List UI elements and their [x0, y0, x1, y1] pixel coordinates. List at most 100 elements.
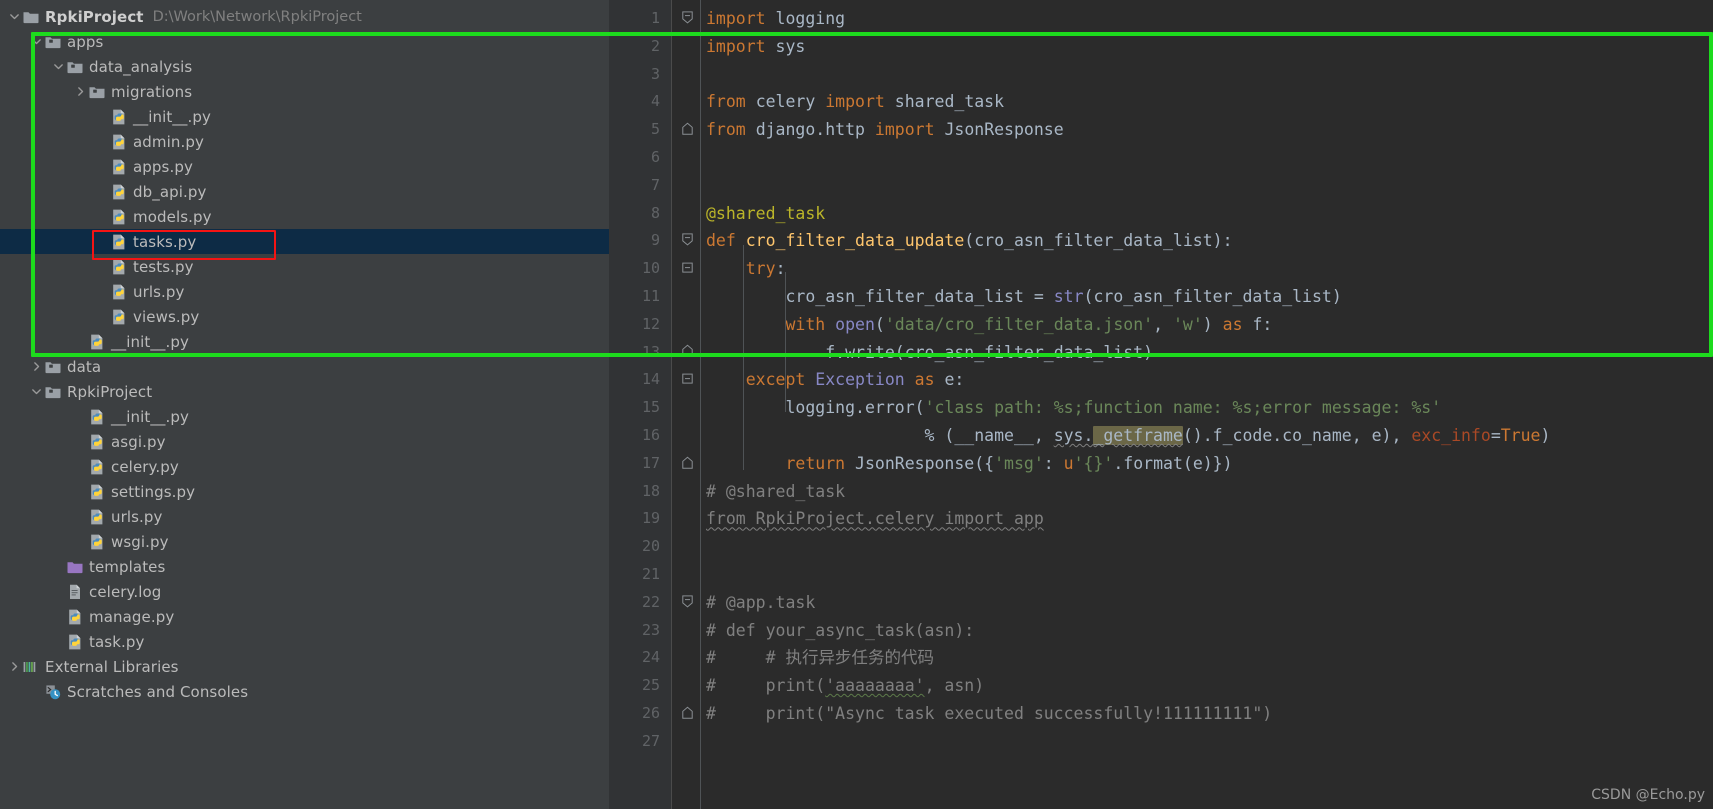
line-number: 25: [641, 676, 660, 695]
code-content[interactable]: import logging import sys from celery impo…: [697, 0, 1713, 809]
fold-toggle-icon[interactable]: [671, 5, 697, 33]
code-line: from RpkiProject.celery import app: [706, 509, 1044, 529]
tree-item-init-py[interactable]: __init__.py: [0, 404, 609, 429]
chevron-right-icon[interactable]: [6, 654, 22, 679]
tree-item-task-py[interactable]: task.py: [0, 629, 609, 654]
ide-window: RpkiProject D:\Work\Network\RpkiProject ap…: [0, 0, 1713, 809]
line-number: 27: [641, 731, 660, 750]
line-number: 7: [650, 175, 660, 194]
tree-item-label: views.py: [133, 307, 200, 326]
code-line: try:: [745, 259, 786, 279]
tree-item-urls-py[interactable]: urls.py: [0, 279, 609, 304]
fold-slot: [671, 478, 697, 506]
tree-item-apps-py[interactable]: apps.py: [0, 154, 609, 179]
line-number: 2: [650, 36, 660, 55]
chevron-down-icon[interactable]: [28, 379, 44, 404]
tree-item-manage-py[interactable]: manage.py: [0, 604, 609, 629]
project-tree-panel[interactable]: RpkiProject D:\Work\Network\RpkiProject ap…: [0, 0, 609, 809]
tree-item-label: Scratches and Consoles: [67, 682, 249, 701]
fold-slot: [671, 88, 697, 116]
tree-item-label: urls.py: [111, 507, 163, 526]
tree-item-label: apps: [67, 32, 104, 51]
folder-templates-icon: [66, 558, 84, 576]
folder-module-icon: [44, 33, 62, 51]
code-line: f.write(cro_asn_filter_data_list): [825, 342, 1154, 362]
fold-toggle-icon[interactable]: [671, 339, 697, 367]
fold-toggle-icon[interactable]: [671, 116, 697, 144]
tree-item-models-py[interactable]: models.py: [0, 204, 609, 229]
python-file-icon: [88, 333, 106, 351]
project-tree[interactable]: RpkiProject D:\Work\Network\RpkiProject ap…: [0, 0, 609, 704]
fold-slot: [671, 200, 697, 228]
tree-item-wsgi-py[interactable]: wsgi.py: [0, 529, 609, 554]
line-number: 6: [650, 147, 660, 166]
tree-item-label: models.py: [133, 207, 212, 226]
tree-item-tasks-py[interactable]: tasks.py: [0, 229, 609, 254]
tree-item-rpkiproject[interactable]: RpkiProject: [0, 379, 609, 404]
chevron-right-icon[interactable]: [72, 79, 88, 104]
watermark-label: CSDN @Echo.py: [1591, 787, 1705, 803]
code-line: from celery import shared_task: [706, 92, 1005, 112]
tree-item-data[interactable]: data: [0, 354, 609, 379]
fold-toggle-icon[interactable]: [671, 366, 697, 394]
tree-item-migrations[interactable]: migrations: [0, 79, 609, 104]
tree-item-celery-py[interactable]: celery.py: [0, 454, 609, 479]
python-file-icon: [110, 108, 128, 126]
tree-item-label: __init__.py: [111, 407, 189, 426]
chevron-down-icon[interactable]: [6, 4, 22, 29]
tree-item-db-api-py[interactable]: db_api.py: [0, 179, 609, 204]
fold-slot: [671, 144, 697, 172]
fold-toggle-icon[interactable]: [671, 700, 697, 728]
tree-item-external-libraries[interactable]: External Libraries: [0, 654, 609, 679]
tree-item-celery-log[interactable]: celery.log: [0, 579, 609, 604]
code-line: import sys: [706, 36, 806, 56]
fold-toggle-icon[interactable]: [671, 450, 697, 478]
fold-toggle-icon[interactable]: [671, 227, 697, 255]
tree-item-data-analysis[interactable]: data_analysis: [0, 54, 609, 79]
line-number: 17: [641, 453, 660, 472]
tree-item-label: manage.py: [89, 607, 175, 626]
chevron-right-icon[interactable]: [28, 354, 44, 379]
tree-item-admin-py[interactable]: admin.py: [0, 129, 609, 154]
tree-item-init-py[interactable]: __init__.py: [0, 329, 609, 354]
python-file-icon: [110, 258, 128, 276]
tree-item-apps[interactable]: apps: [0, 29, 609, 54]
fold-slot: [671, 283, 697, 311]
tree-item-init-py[interactable]: __init__.py: [0, 104, 609, 129]
code-folding-strip[interactable]: [671, 0, 697, 809]
code-line: # print("Async task executed successfull…: [706, 703, 1273, 723]
code-editor[interactable]: 1 2 3 4 5 6 7 8 9 10 11 12 13 14 15 16 17 18 19 20 21 22 23 24 2…: [609, 0, 1713, 809]
tree-item-asgi-py[interactable]: asgi.py: [0, 429, 609, 454]
tree-item-urls-py[interactable]: urls.py: [0, 504, 609, 529]
fold-slot: [671, 672, 697, 700]
tree-item-views-py[interactable]: views.py: [0, 304, 609, 329]
python-file-icon: [88, 483, 106, 501]
python-file-icon: [110, 208, 128, 226]
fold-slot: [671, 33, 697, 61]
folder-module-icon: [44, 383, 62, 401]
tree-item-scratches-and-consoles[interactable]: Scratches and Consoles: [0, 679, 609, 704]
code-line: logging.error('class path: %s;function n…: [785, 398, 1442, 418]
tree-item-rpkiproject[interactable]: RpkiProject D:\Work\Network\RpkiProject: [0, 4, 609, 29]
fold-toggle-icon[interactable]: [671, 255, 697, 283]
chevron-down-icon[interactable]: [50, 54, 66, 79]
line-number: 3: [650, 64, 660, 83]
tree-item-path: D:\Work\Network\RpkiProject: [152, 8, 362, 25]
tree-item-tests-py[interactable]: tests.py: [0, 254, 609, 279]
tree-item-label: db_api.py: [133, 182, 207, 201]
tree-item-label: asgi.py: [111, 432, 166, 451]
tree-item-templates[interactable]: templates: [0, 554, 609, 579]
scratches-icon: [44, 683, 62, 701]
indent-guide: [743, 245, 744, 470]
fold-slot: [671, 61, 697, 89]
code-line: from django.http import JsonResponse: [706, 120, 1064, 140]
chevron-down-icon[interactable]: [28, 29, 44, 54]
tree-item-label: admin.py: [133, 132, 204, 151]
fold-toggle-icon[interactable]: [671, 589, 697, 617]
line-number: 22: [641, 592, 660, 611]
code-line: @shared_task: [706, 203, 826, 223]
line-number: 23: [641, 620, 660, 639]
tree-item-settings-py[interactable]: settings.py: [0, 479, 609, 504]
